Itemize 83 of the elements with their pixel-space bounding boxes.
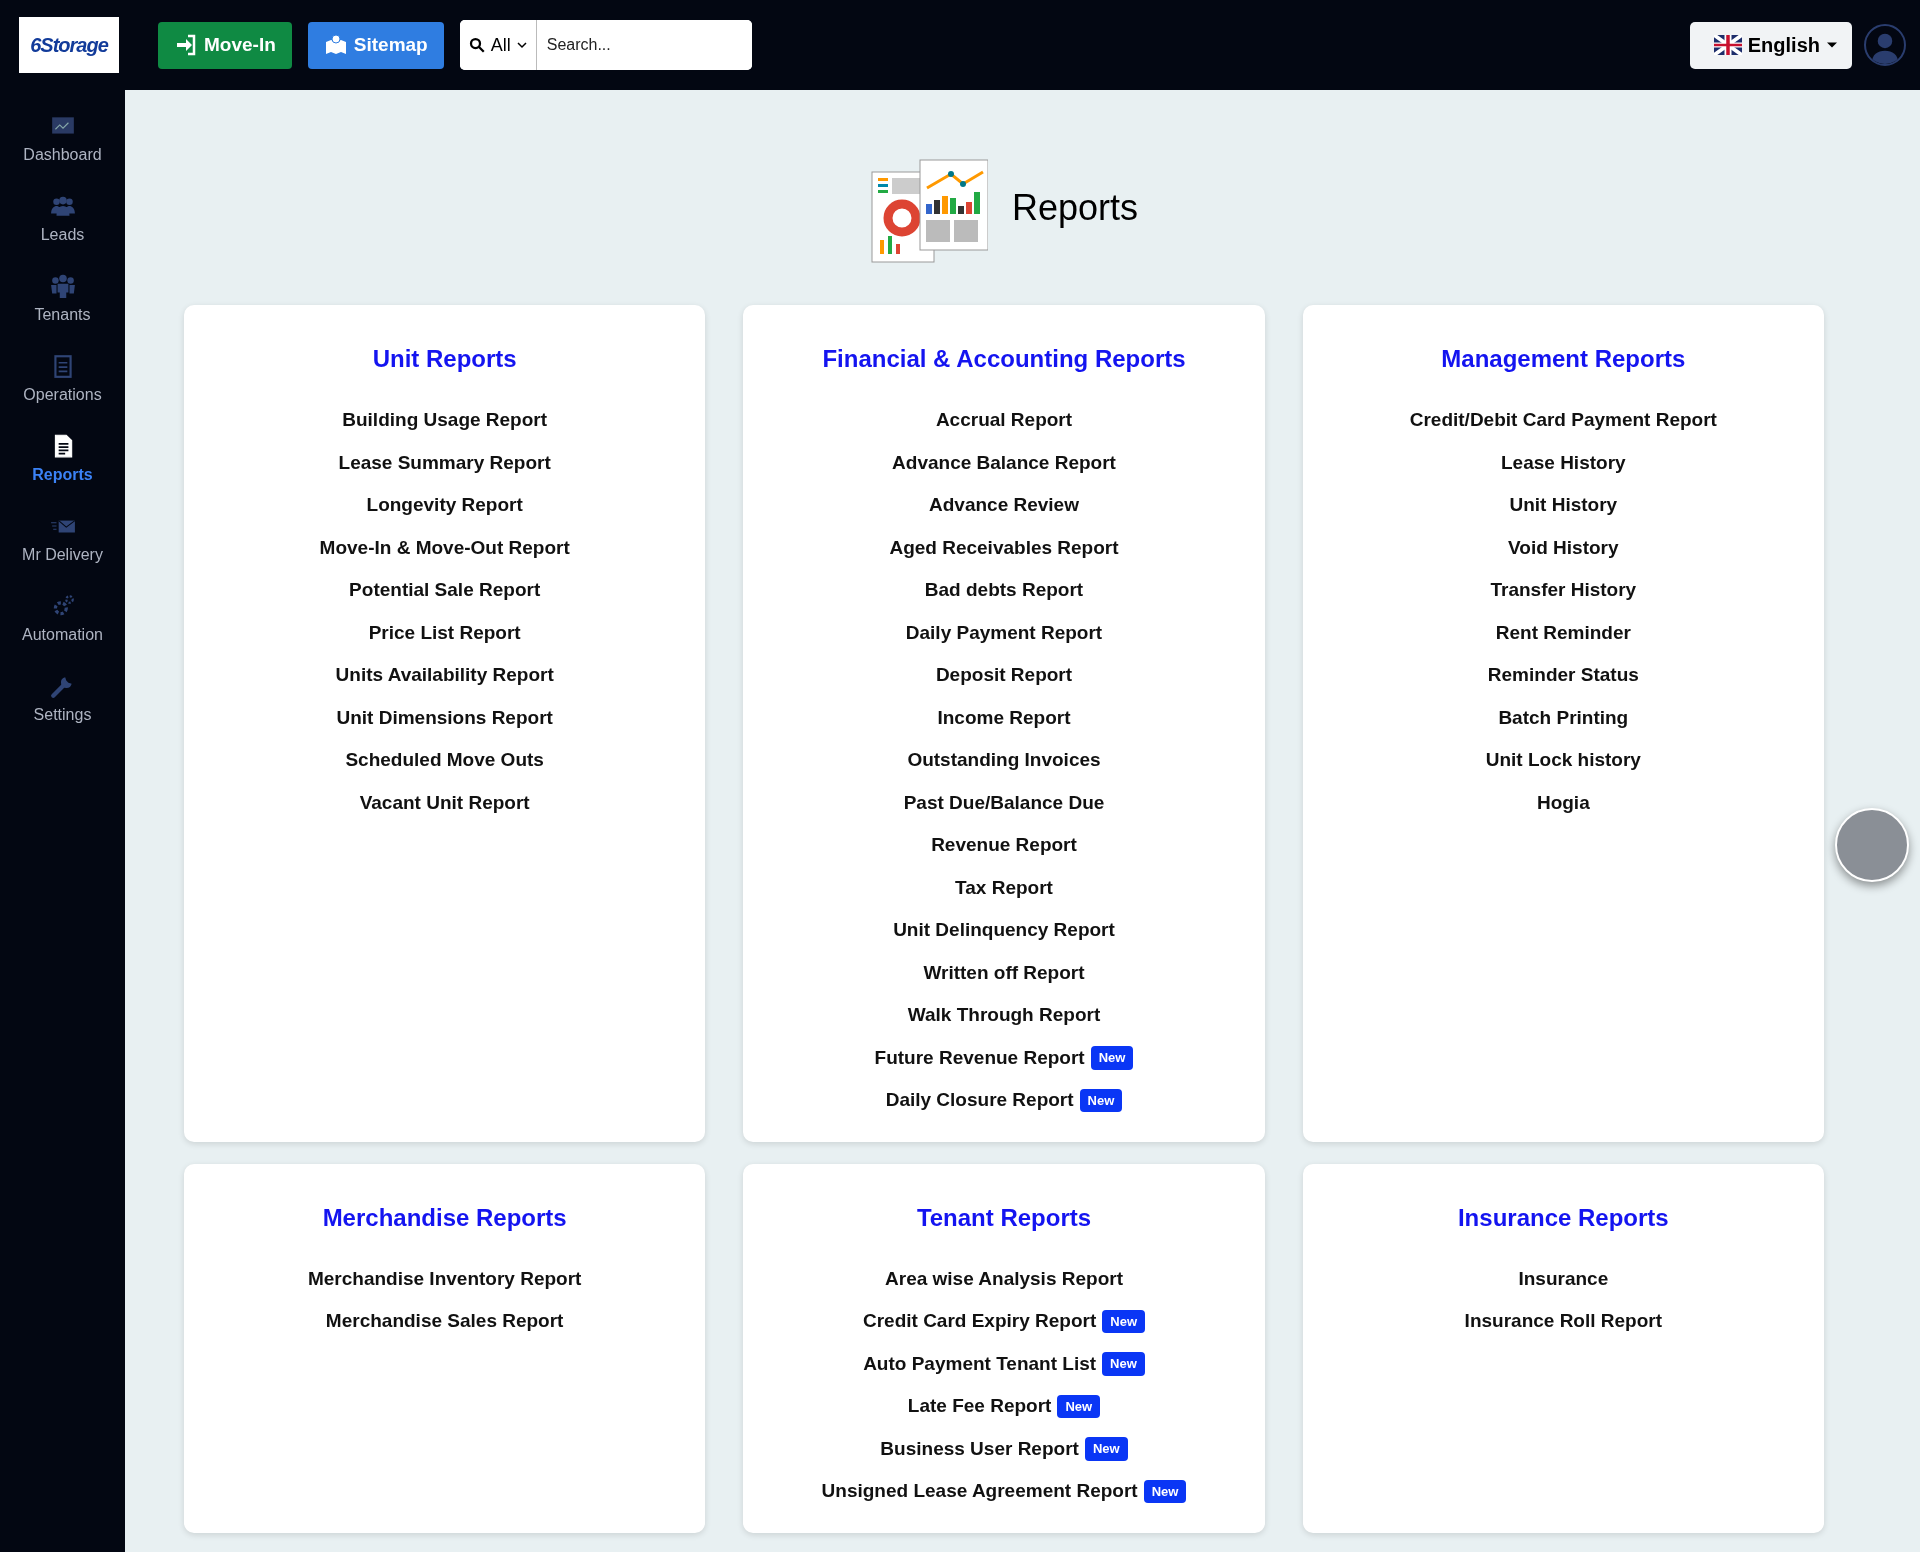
new-badge: New	[1079, 1088, 1123, 1112]
report-link[interactable]: Tax Report	[955, 873, 1053, 902]
report-link[interactable]: Longevity Report	[366, 491, 523, 520]
user-avatar-icon[interactable]	[1864, 24, 1906, 66]
photo-placeholder[interactable]	[1835, 808, 1909, 882]
report-link[interactable]: Unit Delinquency Report	[893, 916, 1115, 945]
card-title: Tenant Reports	[915, 1202, 1093, 1233]
sidebar-item[interactable]: Dashboard	[0, 112, 125, 192]
logo: 6Storage	[19, 17, 119, 73]
report-link[interactable]: Unsigned Lease Agreement Report	[821, 1477, 1138, 1506]
report-link[interactable]: Potential Sale Report	[349, 576, 541, 605]
card-title: Financial & Accounting Reports	[821, 344, 1187, 374]
report-link[interactable]: Aged Receivables Report	[889, 533, 1119, 562]
sign-in-icon	[174, 33, 198, 57]
search-field[interactable]: All Search...	[459, 20, 752, 70]
report-link[interactable]: Unit Dimensions Report	[336, 703, 553, 732]
report-link[interactable]: Accrual Report	[935, 406, 1073, 435]
sidebar-item[interactable]: Leads	[0, 192, 125, 272]
report-link[interactable]: Building Usage Report	[342, 406, 548, 435]
report-link[interactable]: Credit Card Expiry Report	[862, 1307, 1097, 1336]
report-link[interactable]: Outstanding Invoices	[907, 746, 1101, 775]
new-badge: New	[1143, 1479, 1187, 1503]
report-link[interactable]: Advance Balance Report	[892, 448, 1116, 477]
new-badge: New	[1102, 1309, 1145, 1333]
new-badge: New	[1090, 1046, 1134, 1070]
report-link[interactable]: Vacant Unit Report	[359, 788, 530, 817]
report-link[interactable]: Batch Printing	[1498, 703, 1629, 732]
sidebar-item[interactable]: Operations	[0, 352, 125, 432]
report-link[interactable]: Reminder Status	[1487, 661, 1639, 690]
report-link[interactable]: Credit/Debit Card Payment Report	[1409, 406, 1717, 435]
report-link[interactable]: Move-In & Move-Out Report	[319, 533, 570, 562]
report-link[interactable]: Void History	[1508, 533, 1619, 562]
card-title: Unit Reports	[371, 344, 518, 374]
report-link[interactable]: Revenue Report	[931, 831, 1077, 860]
report-link[interactable]: Unit Lock history	[1485, 746, 1641, 775]
report-link[interactable]: Transfer History	[1490, 576, 1637, 605]
report-link[interactable]: Price List Report	[368, 618, 521, 647]
report-link[interactable]: Walk Through Report	[907, 1001, 1101, 1030]
card-title: Management Reports	[1440, 344, 1687, 374]
sidebar-item[interactable]: Automation	[0, 592, 125, 672]
chevron-down-icon	[515, 39, 528, 51]
report-link[interactable]: Auto Payment Tenant List	[863, 1349, 1097, 1378]
report-link[interactable]: Merchandise Sales Report	[325, 1307, 564, 1336]
card-title: Merchandise Reports	[321, 1202, 568, 1233]
scope-dropdown[interactable]: All	[459, 20, 537, 70]
page-title: Reports	[1011, 185, 1139, 230]
search-icon	[467, 36, 486, 54]
report-link[interactable]: Deposit Report	[935, 661, 1073, 690]
report-link[interactable]: Insurance Roll Report	[1464, 1307, 1663, 1336]
new-badge: New	[1102, 1352, 1145, 1376]
report-link[interactable]: Bad debts Report	[924, 576, 1084, 605]
new-badge: New	[1084, 1437, 1128, 1461]
sidebar-item[interactable]: Reports	[0, 432, 125, 512]
toolbar-button[interactable]: Move-In	[158, 21, 292, 69]
report-link[interactable]: Future Revenue Report	[874, 1043, 1085, 1072]
report-link[interactable]: Late Fee Report	[907, 1392, 1052, 1421]
report-link[interactable]: Units Availability Report	[335, 661, 554, 690]
flag-icon	[1713, 35, 1742, 55]
sidebar-item[interactable]: Settings	[0, 672, 125, 752]
report-link[interactable]: Insurance	[1518, 1264, 1609, 1293]
toolbar-button[interactable]: Sitemap	[307, 21, 444, 69]
report-link[interactable]: Lease History	[1501, 448, 1626, 477]
report-link[interactable]: Area wise Analysis Report	[885, 1264, 1123, 1293]
report-link[interactable]: Rent Reminder	[1495, 618, 1631, 647]
report-link[interactable]: Past Due/Balance Due	[903, 788, 1105, 817]
report-link[interactable]: Unit History	[1509, 491, 1618, 520]
report-link[interactable]: Income Report	[937, 703, 1071, 732]
language-dropdown[interactable]: English	[1689, 21, 1852, 69]
report-link[interactable]: Daily Closure Report	[885, 1086, 1074, 1115]
map-pin-icon	[323, 33, 348, 57]
report-link[interactable]: Merchandise Inventory Report	[307, 1264, 582, 1293]
tenants-icon	[49, 273, 76, 299]
report-link[interactable]: Daily Payment Report	[905, 618, 1103, 647]
report-link[interactable]: Business User Report	[880, 1434, 1079, 1463]
report-link[interactable]: Hogia	[1536, 788, 1590, 817]
report-link[interactable]: Scheduled Move Outs	[345, 746, 544, 775]
sidebar-item[interactable]: Tenants	[0, 272, 125, 352]
report-link[interactable]: Lease Summary Report	[338, 448, 551, 477]
sidebar-item[interactable]: Mr Delivery	[0, 512, 125, 592]
card-title: Insurance Reports	[1456, 1202, 1670, 1233]
report-link[interactable]: Written off Report	[923, 958, 1085, 987]
new-badge: New	[1057, 1394, 1101, 1418]
report-link[interactable]: Advance Review	[929, 491, 1079, 520]
